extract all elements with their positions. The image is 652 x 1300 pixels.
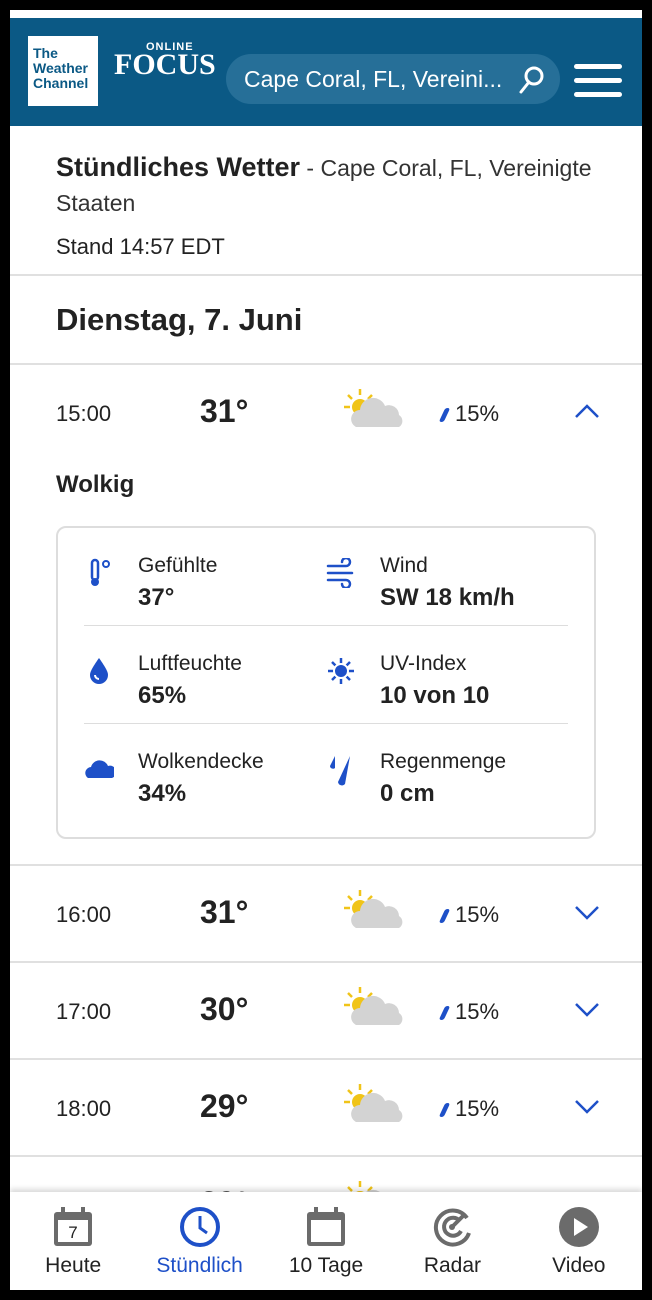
nav-heute[interactable]: 7 Heute: [10, 1192, 136, 1290]
precip-chance: 15%: [438, 1096, 500, 1122]
nav-label: Stündlich: [156, 1254, 243, 1277]
app-frame: The Weather Channel ONLINE FOCUS Cape Cor…: [10, 10, 642, 1290]
detail-value: 0 cm: [380, 780, 435, 807]
chevron-down-icon[interactable]: [574, 1098, 600, 1114]
partly-cloudy-icon: [342, 888, 406, 937]
chevron-down-icon[interactable]: [574, 1001, 600, 1017]
detail-label: Wind: [380, 554, 428, 577]
title-section: Stündliches Wetter - Cape Coral, FL, Ver…: [10, 126, 642, 276]
location-search-input[interactable]: Cape Coral, FL, Vereini...: [226, 54, 560, 104]
precip-chance: 15%: [438, 902, 500, 928]
thermometer-icon: [90, 558, 110, 586]
weather-channel-logo[interactable]: The Weather Channel: [28, 36, 98, 106]
nav-radar[interactable]: Radar: [389, 1192, 515, 1290]
raindrop-icon: [438, 408, 451, 422]
uv-sun-icon: [328, 658, 354, 684]
hour-temp: 31°: [200, 393, 249, 429]
chevron-down-icon[interactable]: [574, 904, 600, 920]
precip-chance: 15%: [438, 401, 500, 427]
hour-row-expanded[interactable]: 15:00 31° 15% Wolkig Gefühlte 37° Wind SW …: [10, 365, 642, 866]
detail-value: 10 von 10: [380, 682, 490, 709]
hour-row[interactable]: 16:00 31° 15%: [10, 866, 642, 963]
hour-temp: 29°: [200, 1088, 249, 1124]
chevron-up-icon[interactable]: [574, 403, 600, 419]
bottom-nav: 7 Heute Stündlich 10 Tage Radar Video: [10, 1192, 642, 1290]
partly-cloudy-icon: [342, 387, 406, 436]
search-value: Cape Coral, FL, Vereini...: [244, 66, 503, 92]
precip-value: 15%: [455, 999, 500, 1024]
rain-icon: [330, 756, 350, 786]
cloud-icon: [85, 760, 114, 778]
detail-label: Regenmenge: [380, 750, 507, 773]
precip-chance: 15%: [438, 999, 500, 1025]
calendar-day-icon: 7: [54, 1207, 93, 1246]
detail-value: 34%: [138, 780, 187, 807]
detail-value: 37°: [138, 584, 175, 611]
radar-icon: [434, 1208, 472, 1247]
hour-temp: 31°: [200, 894, 249, 930]
search-icon[interactable]: [518, 65, 546, 95]
clock-icon: [179, 1207, 220, 1247]
title-text: Stündliches Wetter: [56, 152, 301, 182]
raindrop-icon: [438, 1006, 451, 1020]
precip-value: 15%: [455, 401, 500, 426]
hour-row[interactable]: 17:00 30° 15%: [10, 963, 642, 1060]
nav-label: Heute: [45, 1254, 102, 1277]
nav-video[interactable]: Video: [516, 1192, 642, 1290]
detail-label: Luftfeuchte: [138, 652, 242, 675]
detail-label: UV-Index: [380, 652, 467, 675]
raindrop-icon: [438, 909, 451, 923]
hour-time: 15:00: [56, 401, 112, 426]
focus-online-logo[interactable]: ONLINE FOCUS: [114, 41, 216, 82]
condition-text: Wolkig: [56, 471, 135, 498]
nav-label: Video: [552, 1254, 606, 1277]
nav-10-tage[interactable]: 10 Tage: [263, 1192, 389, 1290]
precip-value: 15%: [455, 902, 500, 927]
detail-value: 65%: [138, 682, 187, 709]
partly-cloudy-icon: [342, 1082, 406, 1131]
hamburger-menu-icon[interactable]: [574, 64, 622, 106]
humidity-drop-icon: [90, 658, 108, 684]
raindrop-icon: [438, 1103, 451, 1117]
hour-row[interactable]: 18:00 29° 15%: [10, 1060, 642, 1157]
detail-label: Wolkendecke: [138, 750, 264, 773]
partly-cloudy-icon: [342, 985, 406, 1034]
nav-label: 10 Tage: [288, 1254, 364, 1277]
calendar-icon: [307, 1207, 346, 1246]
date-heading: Dienstag, 7. Juni: [10, 276, 642, 365]
detail-value: SW 18 km/h: [380, 584, 515, 611]
play-icon: [558, 1207, 599, 1247]
details-panel: Gefühlte 37° Wind SW 18 km/h Luftfeuchte 65…: [56, 526, 596, 839]
detail-label: Gefühlte: [138, 554, 218, 577]
nav-stuendlich[interactable]: Stündlich: [136, 1192, 262, 1290]
precip-value: 15%: [455, 1096, 500, 1121]
focus-online-small: ONLINE: [146, 41, 194, 53]
header: The Weather Channel ONLINE FOCUS Cape Cor…: [10, 18, 642, 126]
nav-label: Radar: [423, 1254, 482, 1277]
hour-time: 18:00: [56, 1096, 112, 1121]
hour-temp: 30°: [200, 991, 249, 1027]
calendar-day-number: 7: [68, 1223, 77, 1242]
updated-time: Stand 14:57 EDT: [56, 234, 225, 259]
page-title: Stündliches Wetter - Cape Coral, FL, Ver…: [56, 150, 596, 220]
hour-time: 17:00: [56, 999, 112, 1024]
hour-time: 16:00: [56, 902, 112, 927]
wind-icon: [326, 558, 354, 588]
